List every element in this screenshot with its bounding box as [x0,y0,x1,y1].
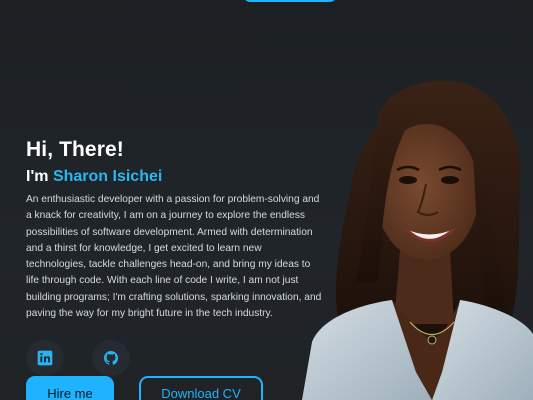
hero-name-line: I'm Sharon Isichei [26,168,322,186]
hero-greeting: Hi, There! [26,138,124,161]
social-links [26,340,130,376]
github-link[interactable] [92,340,130,376]
linkedin-link[interactable] [26,340,64,376]
hero-name: Sharon Isichei [52,168,163,185]
hero-content: Hi, There! I'm Sharon Isichei An enthusi… [26,138,322,322]
name-prefix: I'm [26,168,49,185]
cta-buttons: Hire me Download CV [26,376,263,400]
linkedin-icon [37,350,53,366]
nav-active-indicator[interactable] [244,0,336,2]
github-icon [104,351,119,365]
download-cv-button[interactable]: Download CV [139,376,263,400]
hire-me-button[interactable]: Hire me [26,376,114,400]
hero-section: Hi, There! I'm Sharon Isichei An enthusi… [0,0,533,400]
hero-bio: An enthusiastic developer with a passion… [26,194,322,320]
